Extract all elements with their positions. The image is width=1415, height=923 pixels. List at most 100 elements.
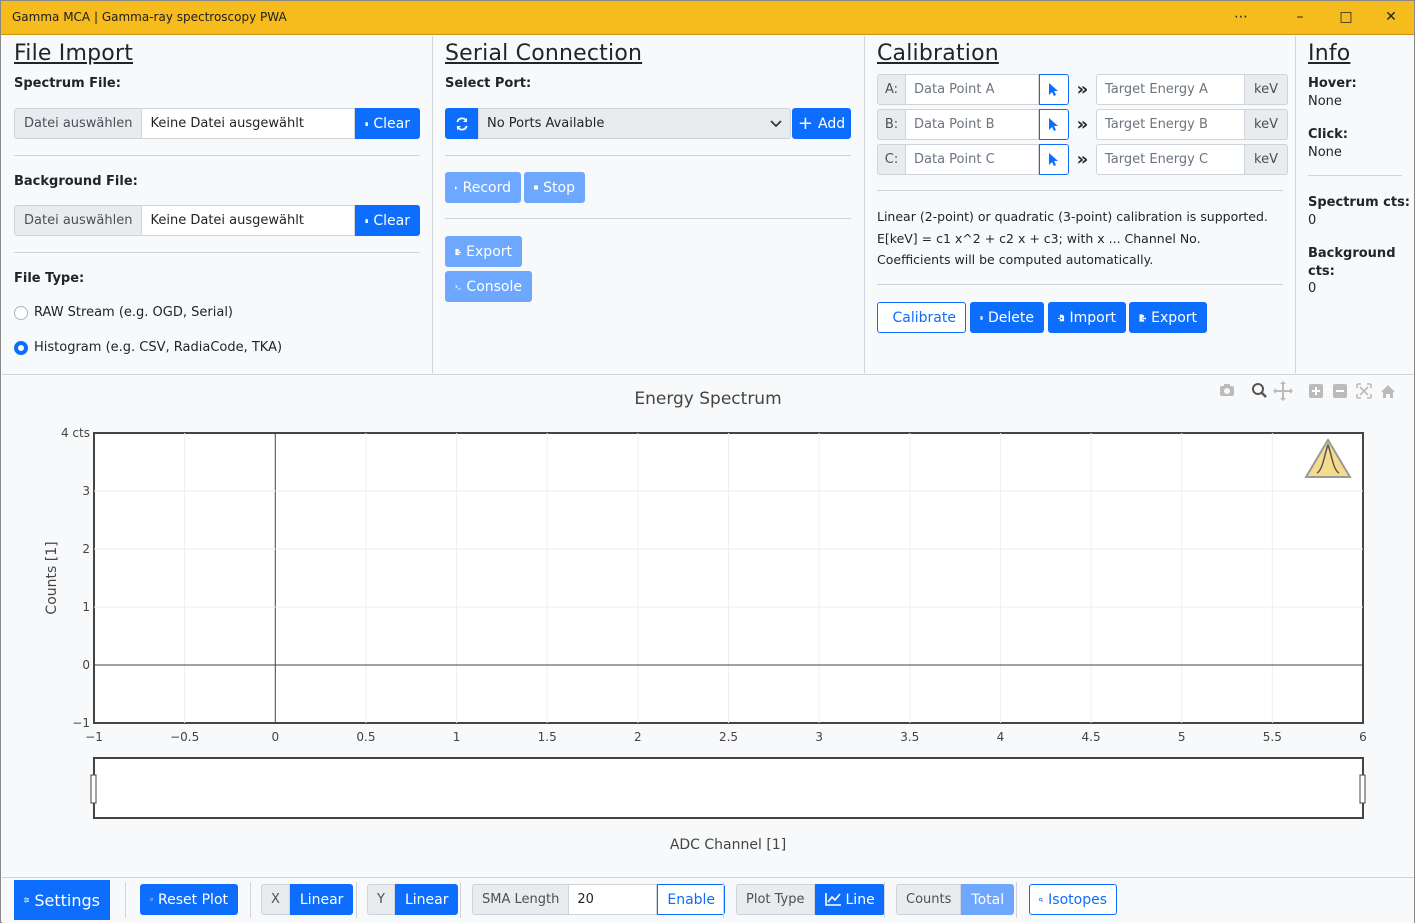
background-choose-file-button[interactable]: Datei auswählen bbox=[14, 205, 143, 236]
y-scale-label: Y bbox=[367, 884, 395, 915]
arrow-right-icon: » bbox=[1076, 79, 1089, 100]
cursor-icon bbox=[1049, 83, 1058, 96]
settings-button[interactable]: Settings bbox=[14, 880, 110, 920]
divider bbox=[14, 252, 420, 253]
pick-point-b-button[interactable] bbox=[1039, 109, 1069, 140]
serial-connection-panel: Serial Connection Select Port: No Ports … bbox=[433, 36, 865, 373]
arrow-right-icon: » bbox=[1076, 114, 1089, 135]
range-slider-left-handle[interactable] bbox=[90, 774, 97, 804]
console-button[interactable]: Console bbox=[445, 271, 532, 302]
click-value: None bbox=[1308, 145, 1342, 160]
kev-unit: keV bbox=[1245, 74, 1288, 105]
sma-length-input[interactable]: 20 bbox=[569, 884, 658, 915]
x-tick-label: 2.5 bbox=[719, 730, 738, 744]
y-scale-toggle[interactable]: Linear bbox=[394, 884, 459, 915]
pick-point-c-button[interactable] bbox=[1039, 144, 1069, 175]
camera-icon[interactable] bbox=[1220, 384, 1234, 396]
serial-export-button[interactable]: Export bbox=[445, 236, 522, 267]
spectrum-file-name: Keine Datei ausgewählt bbox=[142, 108, 355, 139]
calibration-export-button[interactable]: Export bbox=[1129, 302, 1207, 333]
arrow-right-icon: » bbox=[1076, 149, 1089, 170]
y-tick-label: 0 bbox=[82, 658, 90, 672]
x-tick-label: 4.5 bbox=[1082, 730, 1101, 744]
maximize-button[interactable]: □ bbox=[1323, 1, 1369, 35]
counts-group: Counts Total bbox=[896, 884, 1015, 915]
more-options-icon[interactable]: ⋯ bbox=[1218, 1, 1264, 35]
raw-stream-radio[interactable]: RAW Stream (e.g. OGD, Serial) bbox=[14, 305, 233, 320]
x-tick-label: 3 bbox=[815, 730, 823, 744]
sliders-icon bbox=[24, 897, 30, 903]
energy-spectrum-chart[interactable]: Energy Spectrum −1 −0.5 0 0.5 1 1.5 2 2.5 3 3.5 4 4… bbox=[2, 375, 1414, 878]
zoom-icon[interactable] bbox=[1252, 383, 1267, 398]
sma-group: SMA Length 20 Enable bbox=[472, 884, 726, 915]
radio-unchecked[interactable] bbox=[14, 305, 28, 320]
x-tick-label: 1.5 bbox=[538, 730, 557, 744]
separator bbox=[125, 882, 126, 918]
record-button[interactable]: Record bbox=[445, 172, 521, 203]
background-clear-button[interactable]: Clear bbox=[355, 205, 420, 236]
port-select[interactable]: No Ports Available bbox=[478, 108, 791, 139]
spectrum-choose-file-button[interactable]: Datei auswählen bbox=[14, 108, 143, 139]
refresh-icon bbox=[455, 116, 468, 131]
target-energy-c-input[interactable]: Target Energy C bbox=[1096, 144, 1245, 175]
close-button[interactable]: ✕ bbox=[1368, 1, 1414, 35]
range-slider-right-handle[interactable] bbox=[1359, 774, 1366, 804]
add-port-button[interactable]: + Add bbox=[792, 108, 851, 139]
x-scale-label: X bbox=[261, 884, 290, 915]
zoom-in-icon[interactable] bbox=[1309, 384, 1323, 398]
background-cts-label-2: cts: bbox=[1308, 264, 1335, 279]
background-file-label: Background File: bbox=[14, 174, 138, 189]
app-window: Gamma MCA | Gamma-ray spectroscopy PWA ⋯… bbox=[0, 0, 1415, 923]
range-slider[interactable] bbox=[93, 757, 1364, 819]
spectrum-clear-button[interactable]: Clear bbox=[355, 108, 420, 139]
trash-icon bbox=[365, 218, 369, 223]
x-tick-label: 1 bbox=[453, 730, 461, 744]
bottom-toolbar: Settings Reset Plot X Linear Y Linear SM… bbox=[2, 877, 1414, 923]
minimize-button[interactable]: – bbox=[1277, 1, 1323, 35]
y-scale-group: Y Linear bbox=[367, 884, 459, 915]
divider bbox=[877, 284, 1283, 285]
stop-button[interactable]: Stop bbox=[524, 172, 585, 203]
y-tick-label: 1 bbox=[82, 600, 90, 614]
reset-plot-button[interactable]: Reset Plot bbox=[140, 884, 238, 915]
spectrum-file-input: Datei auswählen Keine Datei ausgewählt C… bbox=[14, 108, 420, 139]
isotopes-button[interactable]: Isotopes bbox=[1029, 884, 1117, 915]
x-tick-label: 3.5 bbox=[900, 730, 919, 744]
cursor-icon bbox=[1049, 118, 1058, 131]
plot-type-toggle[interactable]: Line bbox=[814, 884, 885, 915]
sma-enable-button[interactable]: Enable bbox=[657, 884, 726, 915]
calibrate-button[interactable]: Calibrate bbox=[877, 302, 966, 333]
divider bbox=[445, 218, 851, 219]
total-toggle[interactable]: Total bbox=[961, 884, 1015, 915]
title-bar: Gamma MCA | Gamma-ray spectroscopy PWA ⋯… bbox=[1, 1, 1414, 35]
row-key: B: bbox=[877, 109, 906, 140]
histogram-radio[interactable]: Histogram (e.g. CSV, RadiaCode, TKA) bbox=[14, 340, 282, 355]
pan-icon[interactable] bbox=[1273, 381, 1293, 401]
x-tick-label: −0.5 bbox=[170, 730, 199, 744]
row-key: C: bbox=[877, 144, 906, 175]
x-scale-group: X Linear bbox=[261, 884, 354, 915]
calibration-delete-button[interactable]: Delete bbox=[970, 302, 1044, 333]
data-point-c-input[interactable]: Data Point C bbox=[906, 144, 1039, 175]
target-energy-a-input[interactable]: Target Energy A bbox=[1096, 74, 1245, 105]
autoscale-icon[interactable] bbox=[1356, 383, 1372, 399]
background-file-name: Keine Datei ausgewählt bbox=[142, 205, 355, 236]
home-icon[interactable] bbox=[1381, 385, 1395, 398]
file-export-icon bbox=[1139, 313, 1147, 322]
line-chart-icon bbox=[824, 893, 841, 906]
spectrum-cts-label: Spectrum cts: bbox=[1308, 195, 1411, 210]
pick-point-a-button[interactable] bbox=[1039, 74, 1069, 105]
radio-checked[interactable] bbox=[14, 340, 28, 355]
zoom-out-icon[interactable] bbox=[1333, 384, 1347, 398]
data-point-b-input[interactable]: Data Point B bbox=[906, 109, 1039, 140]
refresh-ports-button[interactable] bbox=[445, 108, 478, 139]
data-point-a-input[interactable]: Data Point A bbox=[906, 74, 1039, 105]
click-label: Click: bbox=[1308, 127, 1349, 142]
target-energy-b-input[interactable]: Target Energy B bbox=[1096, 109, 1245, 140]
cursor-icon bbox=[1049, 153, 1058, 166]
plot-area: Energy Spectrum −1 −0.5 0 0.5 1 1.5 2 2.5 3 3.5 4 4… bbox=[2, 374, 1414, 877]
y-tick-label: 3 bbox=[82, 484, 90, 498]
calibration-import-button[interactable]: Import bbox=[1048, 302, 1126, 333]
hover-label: Hover: bbox=[1308, 76, 1357, 91]
x-scale-toggle[interactable]: Linear bbox=[289, 884, 354, 915]
